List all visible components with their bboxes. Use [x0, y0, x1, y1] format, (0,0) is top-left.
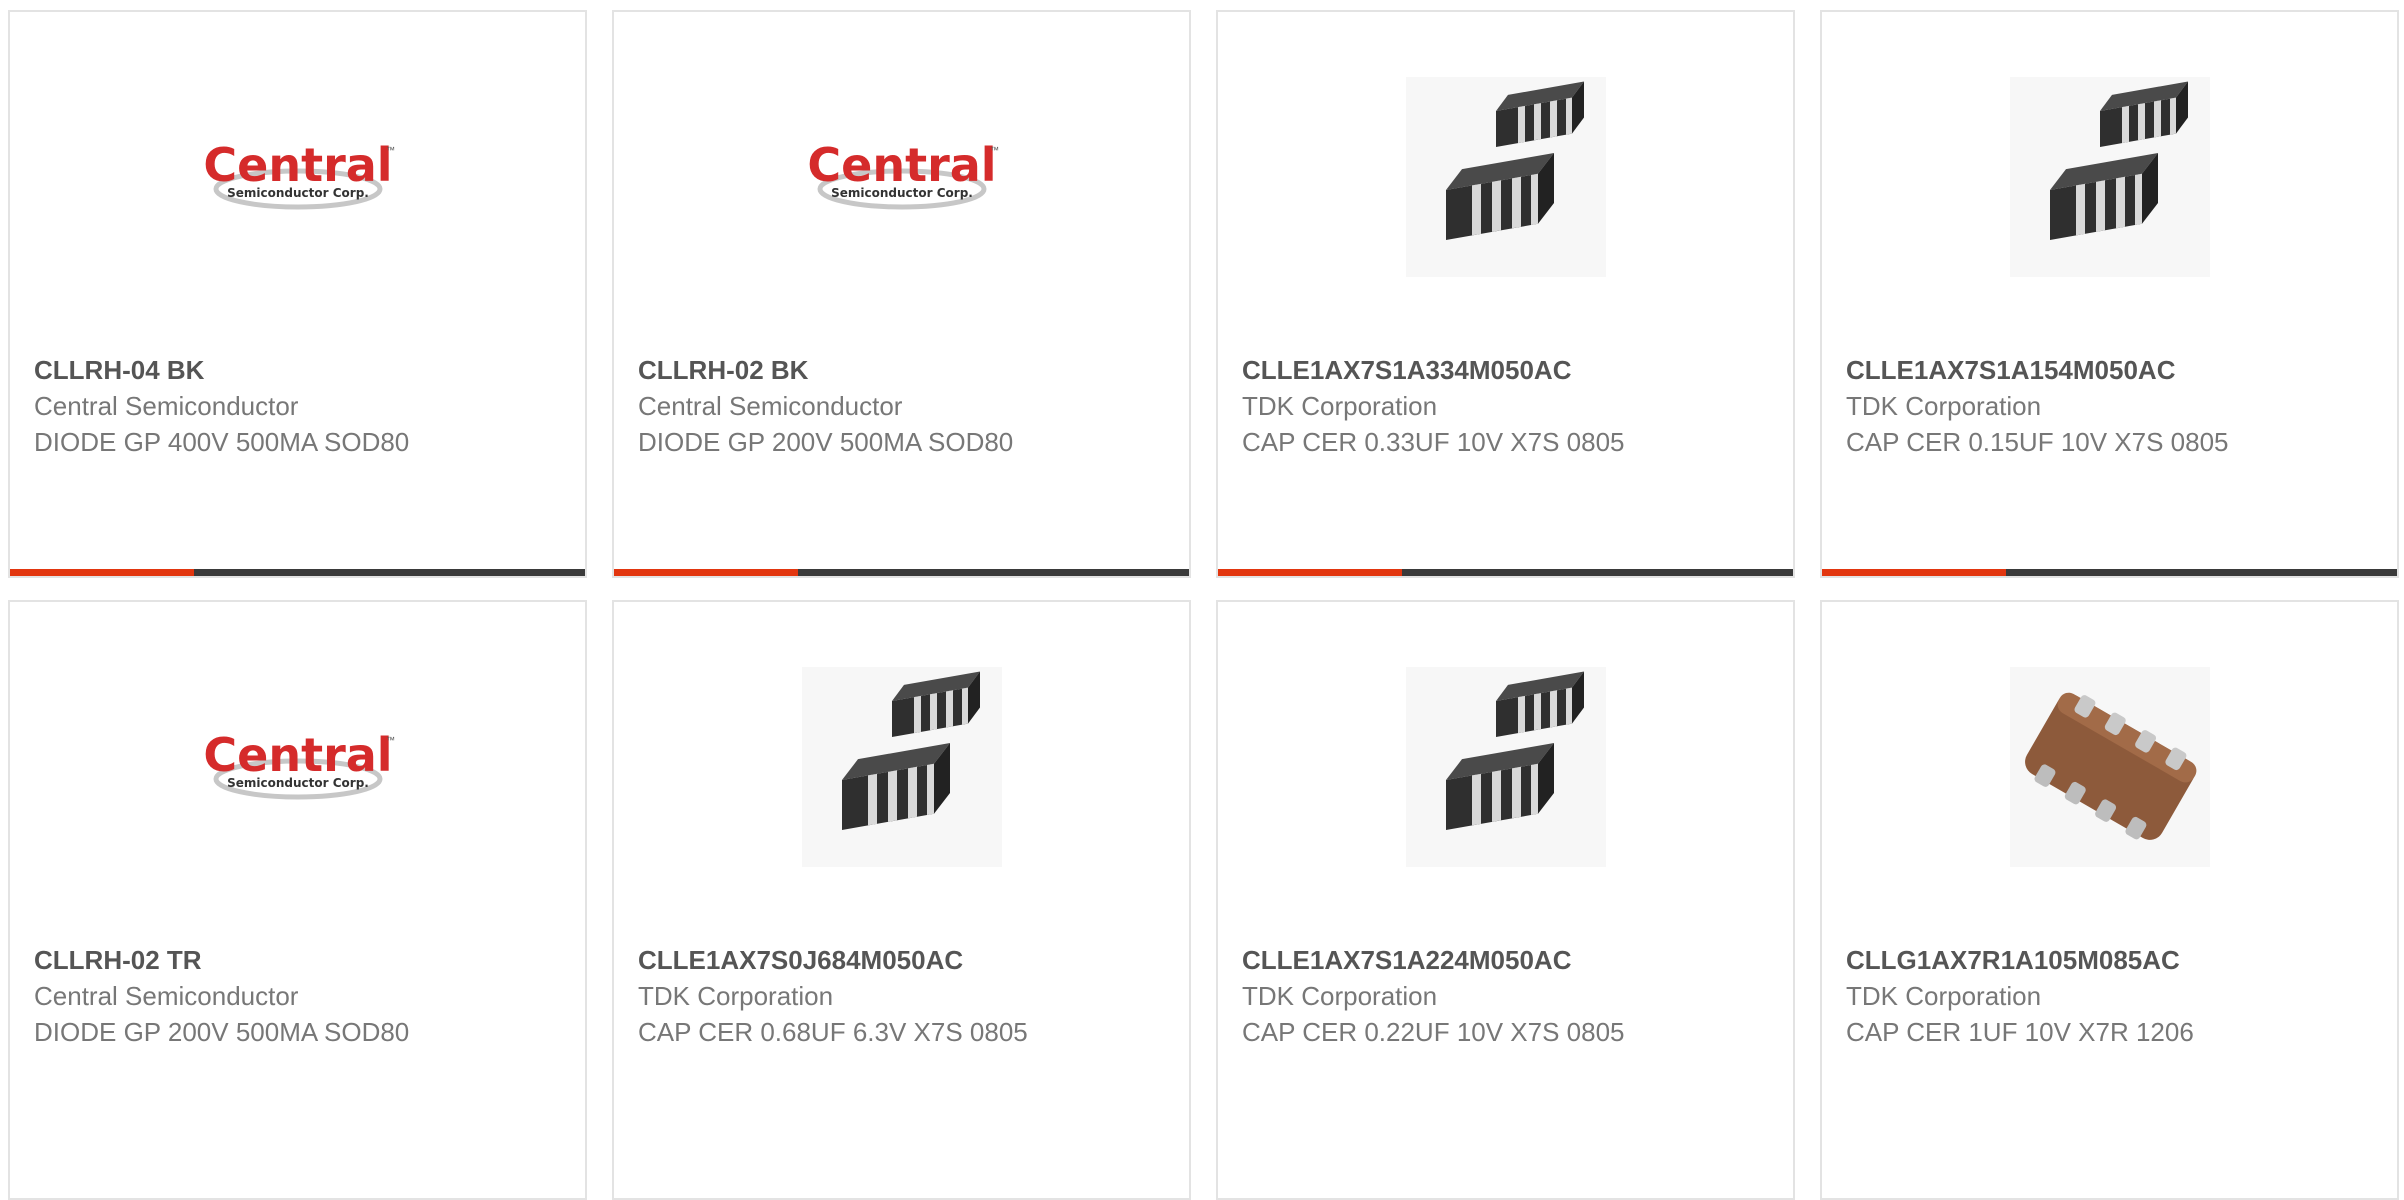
product-info: CLLRH-02 TR Central Semiconductor DIODE GP… — [34, 942, 565, 1050]
capacitor-array-image — [1405, 77, 1606, 277]
progress-bar-fill — [10, 569, 194, 576]
product-image[interactable] — [1822, 602, 2397, 932]
product-info: CLLE1AX7S1A224M050AC TDK Corporation CAP C… — [1242, 942, 1773, 1050]
product-description: DIODE GP 200V 500MA SOD80 — [34, 1017, 410, 1047]
product-description: DIODE GP 200V 500MA SOD80 — [638, 427, 1014, 457]
manufacturer-name: Central Semiconductor — [34, 981, 299, 1011]
svg-text:Semiconductor Corp.: Semiconductor Corp. — [227, 186, 369, 200]
manufacturer-name: TDK Corporation — [1846, 391, 2042, 421]
central-semiconductor-logo-image: Central ™ Semiconductor Corp. — [203, 138, 395, 210]
product-description: CAP CER 0.33UF 10V X7S 0805 — [1242, 427, 1625, 457]
product-card[interactable]: Central ™ Semiconductor Corp. CLLRH-04 B… — [8, 10, 587, 578]
svg-text:Central: Central — [203, 138, 392, 192]
svg-text:Semiconductor Corp.: Semiconductor Corp. — [831, 186, 973, 200]
svg-text:Central: Central — [807, 138, 996, 192]
product-image[interactable] — [1218, 12, 1793, 342]
part-number[interactable]: CLLRH-04 BK — [34, 352, 565, 388]
capacitor-array-image — [1405, 667, 1606, 867]
progress-bar-fill — [1218, 569, 1402, 576]
product-image[interactable]: Central ™ Semiconductor Corp. — [10, 602, 585, 932]
part-number[interactable]: CLLE1AX7S1A154M050AC — [1846, 352, 2377, 388]
product-card[interactable]: Central ™ Semiconductor Corp. CLLRH-02 T… — [8, 600, 587, 1200]
product-image[interactable]: Central ™ Semiconductor Corp. — [10, 12, 585, 342]
product-info: CLLE1AX7S0J684M050AC TDK Corporation CAP C… — [638, 942, 1169, 1050]
manufacturer-name: TDK Corporation — [1242, 981, 1438, 1011]
product-card[interactable]: Central ™ Semiconductor Corp. CLLRH-02 B… — [612, 10, 1191, 578]
progress-bar-fill — [614, 569, 798, 576]
product-image[interactable] — [1218, 602, 1793, 932]
product-card[interactable]: CLLE1AX7S0J684M050AC TDK Corporation CAP C… — [612, 600, 1191, 1200]
svg-text:™: ™ — [386, 145, 395, 155]
product-info: CLLG1AX7R1A105M085AC TDK Corporation CAP C… — [1846, 942, 2377, 1050]
product-card[interactable]: CLLE1AX7S1A224M050AC TDK Corporation CAP C… — [1216, 600, 1795, 1200]
progress-bar — [10, 569, 585, 576]
product-info: CLLRH-02 BK Central Semiconductor DIODE GP… — [638, 352, 1169, 460]
svg-text:™: ™ — [990, 145, 999, 155]
manufacturer-name: TDK Corporation — [1846, 981, 2042, 1011]
part-number[interactable]: CLLE1AX7S1A334M050AC — [1242, 352, 1773, 388]
capacitor-array-image — [801, 667, 1002, 867]
product-card[interactable]: CLLG1AX7R1A105M085AC TDK Corporation CAP C… — [1820, 600, 2399, 1200]
part-number[interactable]: CLLRH-02 TR — [34, 942, 565, 978]
part-number[interactable]: CLLE1AX7S0J684M050AC — [638, 942, 1169, 978]
manufacturer-name: TDK Corporation — [1242, 391, 1438, 421]
part-number[interactable]: CLLG1AX7R1A105M085AC — [1846, 942, 2377, 978]
product-info: CLLRH-04 BK Central Semiconductor DIODE GP… — [34, 352, 565, 460]
progress-bar — [614, 569, 1189, 576]
manufacturer-name: Central Semiconductor — [34, 391, 299, 421]
product-image[interactable] — [614, 602, 1189, 932]
part-number[interactable]: CLLRH-02 BK — [638, 352, 1169, 388]
product-info: CLLE1AX7S1A154M050AC TDK Corporation CAP C… — [1846, 352, 2377, 460]
svg-text:™: ™ — [386, 735, 395, 745]
capacitor-array-image — [2009, 77, 2210, 277]
manufacturer-name: Central Semiconductor — [638, 391, 903, 421]
product-info: CLLE1AX7S1A334M050AC TDK Corporation CAP C… — [1242, 352, 1773, 460]
progress-bar-fill — [1822, 569, 2006, 576]
product-description: CAP CER 0.15UF 10V X7S 0805 — [1846, 427, 2229, 457]
product-description: CAP CER 0.22UF 10V X7S 0805 — [1242, 1017, 1625, 1047]
progress-bar — [1822, 569, 2397, 576]
svg-text:Semiconductor Corp.: Semiconductor Corp. — [227, 776, 369, 790]
product-description: CAP CER 0.68UF 6.3V X7S 0805 — [638, 1017, 1028, 1047]
progress-bar — [1218, 569, 1793, 576]
product-description: CAP CER 1UF 10V X7R 1206 — [1846, 1017, 2194, 1047]
product-image[interactable]: Central ™ Semiconductor Corp. — [614, 12, 1189, 342]
manufacturer-name: TDK Corporation — [638, 981, 834, 1011]
central-semiconductor-logo-image: Central ™ Semiconductor Corp. — [807, 138, 999, 210]
product-image[interactable] — [1822, 12, 2397, 342]
svg-text:Central: Central — [203, 728, 392, 782]
part-number[interactable]: CLLE1AX7S1A224M050AC — [1242, 942, 1773, 978]
product-grid: Central ™ Semiconductor Corp. CLLRH-04 B… — [8, 10, 2400, 1200]
product-card[interactable]: CLLE1AX7S1A154M050AC TDK Corporation CAP C… — [1820, 10, 2399, 578]
brown-capacitor-image — [2009, 667, 2210, 867]
product-description: DIODE GP 400V 500MA SOD80 — [34, 427, 410, 457]
central-semiconductor-logo-image: Central ™ Semiconductor Corp. — [203, 728, 395, 800]
product-card[interactable]: CLLE1AX7S1A334M050AC TDK Corporation CAP C… — [1216, 10, 1795, 578]
